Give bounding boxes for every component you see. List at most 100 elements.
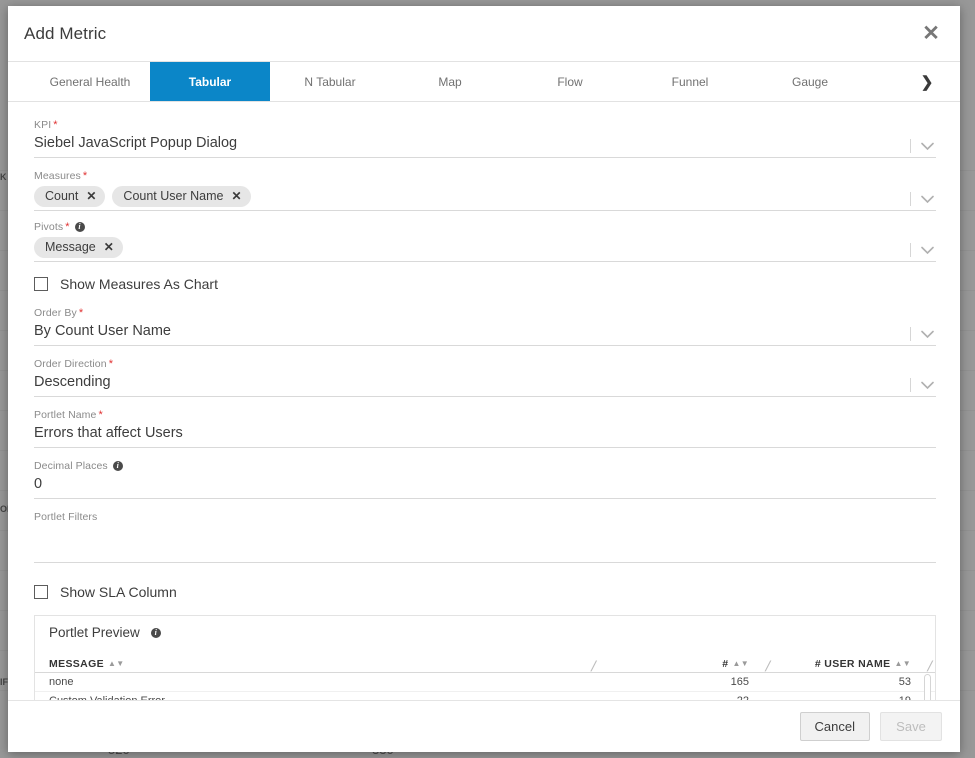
tab-map[interactable]: Map: [390, 62, 510, 101]
chip-label: Count: [45, 189, 78, 203]
table-row[interactable]: none 165 53: [35, 672, 935, 691]
show-sla-column-checkbox[interactable]: [34, 585, 48, 599]
field-measures[interactable]: Measures* Count ✕ Count User Name ✕: [34, 169, 936, 211]
field-portlet-filters-value[interactable]: [34, 524, 936, 546]
divider: [910, 243, 911, 257]
dialog-footer: Cancel Save: [8, 700, 960, 752]
tab-funnel[interactable]: Funnel: [630, 62, 750, 101]
sort-icon[interactable]: ▲▼: [108, 660, 125, 668]
chevron-down-icon[interactable]: [921, 330, 934, 339]
info-icon[interactable]: i: [151, 628, 161, 638]
field-order-direction-label: Order Direction*: [34, 357, 936, 371]
close-icon[interactable]: ✕: [918, 21, 944, 47]
field-kpi-label: KPI*: [34, 118, 936, 132]
field-portlet-name-value[interactable]: Errors that affect Users: [34, 422, 936, 444]
tab-bar: General Health Tabular N Tabular Map Flo…: [8, 62, 960, 102]
field-portlet-name[interactable]: Portlet Name* Errors that affect Users: [34, 408, 936, 448]
preview-table: MESSAGE ▲▼ ╱ # ▲▼ ╱ # USER NAME▲▼ ╱: [35, 646, 935, 700]
chevron-down-icon[interactable]: [921, 246, 934, 255]
cell-message: Custom Validation Error: [35, 691, 602, 700]
show-measures-as-chart-row[interactable]: Show Measures As Chart: [34, 267, 936, 301]
column-resize-handle[interactable]: ╱: [591, 662, 600, 671]
kpi-dropdown-toggle[interactable]: [910, 139, 934, 153]
divider: [910, 139, 911, 153]
column-label: MESSAGE: [49, 658, 104, 670]
field-pivots-label: Pivots* i: [34, 220, 936, 234]
tab-tabular[interactable]: Tabular: [150, 62, 270, 101]
order-by-dropdown-toggle[interactable]: [910, 327, 934, 341]
field-order-by-label-text: Order By: [34, 306, 77, 320]
field-order-direction-label-text: Order Direction: [34, 357, 107, 371]
show-measures-as-chart-checkbox[interactable]: [34, 277, 48, 291]
chevron-down-icon[interactable]: [921, 195, 934, 204]
required-marker: *: [109, 359, 113, 370]
chip-remove-icon[interactable]: ✕: [86, 190, 96, 202]
field-order-direction-value: Descending: [34, 371, 936, 393]
preview-table-body: none 165 53 Custom Validation Error 22 1…: [35, 672, 935, 700]
measures-dropdown-toggle[interactable]: [910, 192, 934, 206]
sort-icon[interactable]: ▲▼: [732, 660, 749, 668]
tab-n-tabular[interactable]: N Tabular: [270, 62, 390, 101]
info-icon[interactable]: i: [75, 222, 85, 232]
field-pivots[interactable]: Pivots* i Message ✕: [34, 220, 936, 262]
table-row[interactable]: Custom Validation Error 22 19: [35, 691, 935, 700]
preview-table-wrapper: MESSAGE ▲▼ ╱ # ▲▼ ╱ # USER NAME▲▼ ╱: [35, 646, 935, 700]
required-marker: *: [83, 171, 87, 182]
required-marker: *: [79, 308, 83, 319]
column-header-count[interactable]: # ▲▼ ╱: [602, 646, 773, 672]
chip-pivot[interactable]: Message ✕: [34, 237, 123, 258]
show-measures-as-chart-label: Show Measures As Chart: [60, 276, 218, 292]
cell-message: none: [35, 672, 602, 691]
tab-gauge[interactable]: Gauge: [750, 62, 870, 101]
portlet-preview-panel: Portlet Preview i MESSAGE ▲▼ ╱ # ▲▼: [34, 615, 936, 700]
chip-label: Count User Name: [123, 189, 223, 203]
field-decimal-places[interactable]: Decimal Places i 0: [34, 459, 936, 499]
show-sla-column-label: Show SLA Column: [60, 584, 177, 600]
preview-table-scrollbar[interactable]: [924, 674, 931, 700]
field-kpi-label-text: KPI: [34, 118, 51, 132]
show-sla-column-row[interactable]: Show SLA Column: [34, 575, 936, 609]
portlet-preview-header: Portlet Preview i: [35, 616, 935, 646]
cell-user-name: 19: [773, 691, 935, 700]
cancel-button[interactable]: Cancel: [800, 712, 870, 741]
divider: [910, 327, 911, 341]
field-order-by[interactable]: Order By* By Count User Name: [34, 306, 936, 346]
table-header-row: MESSAGE ▲▼ ╱ # ▲▼ ╱ # USER NAME▲▼ ╱: [35, 646, 935, 672]
field-portlet-name-label-text: Portlet Name: [34, 408, 96, 422]
field-kpi-value: Siebel JavaScript Popup Dialog: [34, 132, 936, 154]
pivots-dropdown-toggle[interactable]: [910, 243, 934, 257]
column-header-message[interactable]: MESSAGE ▲▼ ╱: [35, 646, 602, 672]
chevron-right-icon[interactable]: ❯: [914, 62, 940, 101]
chevron-down-icon[interactable]: [921, 142, 934, 151]
dialog-title: Add Metric: [24, 24, 106, 44]
field-order-by-value: By Count User Name: [34, 320, 936, 342]
order-direction-dropdown-toggle[interactable]: [910, 378, 934, 392]
field-portlet-filters-label: Portlet Filters: [34, 510, 936, 524]
info-icon[interactable]: i: [113, 461, 123, 471]
chevron-down-icon[interactable]: [921, 381, 934, 390]
column-resize-handle[interactable]: ╱: [924, 662, 933, 671]
field-order-direction[interactable]: Order Direction* Descending: [34, 357, 936, 397]
field-order-by-label: Order By*: [34, 306, 936, 320]
measures-chip-list: Count ✕ Count User Name ✕: [34, 183, 936, 207]
sort-icon[interactable]: ▲▼: [894, 660, 911, 668]
column-header-user-name[interactable]: # USER NAME▲▼ ╱: [773, 646, 935, 672]
field-decimal-places-value[interactable]: 0: [34, 473, 936, 495]
field-kpi[interactable]: KPI* Siebel JavaScript Popup Dialog: [34, 118, 936, 158]
required-marker: *: [53, 120, 57, 131]
divider: [910, 378, 911, 392]
required-marker: *: [65, 222, 69, 233]
dialog-header: Add Metric ✕: [8, 6, 960, 62]
tab-general-health[interactable]: General Health: [30, 62, 150, 101]
chip-measure[interactable]: Count ✕: [34, 186, 105, 207]
chip-remove-icon[interactable]: ✕: [104, 241, 114, 253]
required-marker: *: [98, 410, 102, 421]
chip-measure[interactable]: Count User Name ✕: [112, 186, 250, 207]
chip-remove-icon[interactable]: ✕: [231, 190, 241, 202]
save-button[interactable]: Save: [880, 712, 942, 741]
field-portlet-filters-label-text: Portlet Filters: [34, 510, 97, 524]
tab-flow[interactable]: Flow: [510, 62, 630, 101]
field-portlet-filters[interactable]: Portlet Filters: [34, 510, 936, 563]
column-label: #: [722, 658, 728, 670]
column-resize-handle[interactable]: ╱: [762, 662, 771, 671]
